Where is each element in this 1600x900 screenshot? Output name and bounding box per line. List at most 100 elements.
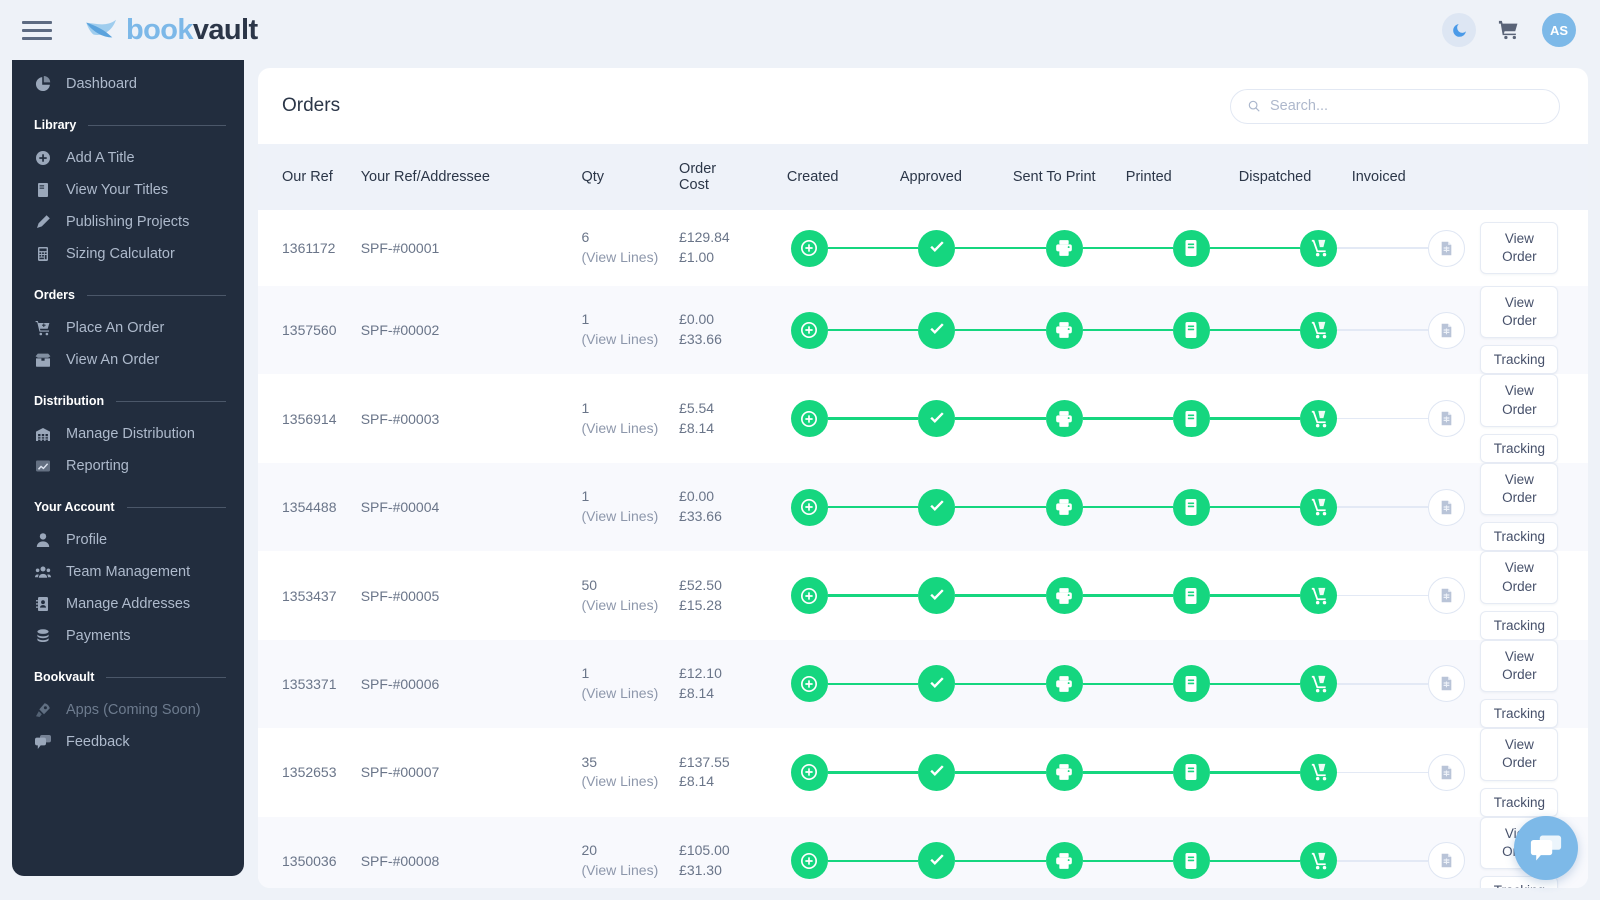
- stage-dispatched-icon[interactable]: [1300, 489, 1337, 526]
- view-lines-link[interactable]: (View Lines): [581, 248, 679, 268]
- stage-printed-icon[interactable]: [1173, 754, 1210, 791]
- stage-printed-icon[interactable]: [1173, 230, 1210, 267]
- sidebar-item-apps-coming-soon[interactable]: Apps (Coming Soon): [12, 694, 244, 726]
- sidebar-item-feedback[interactable]: Feedback: [12, 726, 244, 758]
- view-lines-link[interactable]: (View Lines): [581, 419, 679, 439]
- stage-approved-icon[interactable]: [918, 400, 955, 437]
- view-order-button[interactable]: ViewOrder: [1480, 728, 1558, 780]
- chat-widget-button[interactable]: [1514, 816, 1578, 880]
- stage-sent-to-print-icon[interactable]: [1046, 312, 1083, 349]
- tracking-button[interactable]: Tracking: [1480, 699, 1558, 728]
- stage-dispatched-icon[interactable]: [1300, 665, 1337, 702]
- view-lines-link[interactable]: (View Lines): [581, 772, 679, 792]
- sidebar-item-reporting[interactable]: Reporting: [12, 450, 244, 482]
- stage-dispatched-icon[interactable]: [1300, 577, 1337, 614]
- stage-invoiced-icon[interactable]: [1428, 842, 1465, 879]
- stage-approved-icon[interactable]: [918, 842, 955, 879]
- view-order-button[interactable]: ViewOrder: [1480, 640, 1558, 692]
- stage-created-icon[interactable]: [791, 577, 828, 614]
- search-box[interactable]: [1230, 89, 1560, 124]
- th-approved[interactable]: Approved: [900, 144, 1013, 210]
- stage-printed-icon[interactable]: [1173, 665, 1210, 702]
- sidebar-item-view-your-titles[interactable]: View Your Titles: [12, 174, 244, 206]
- stage-dispatched-icon[interactable]: [1300, 842, 1337, 879]
- stage-sent-to-print-icon[interactable]: [1046, 400, 1083, 437]
- stage-approved-icon[interactable]: [918, 577, 955, 614]
- avatar[interactable]: AS: [1542, 13, 1576, 47]
- th-qty[interactable]: Qty: [581, 144, 679, 210]
- th-our-ref[interactable]: Our Ref: [258, 144, 361, 210]
- sidebar-item-profile[interactable]: Profile: [12, 524, 244, 556]
- view-order-button[interactable]: ViewOrder: [1480, 463, 1558, 515]
- tracking-button[interactable]: Tracking: [1480, 788, 1558, 817]
- th-your-ref[interactable]: Your Ref/Addressee: [361, 144, 582, 210]
- view-lines-link[interactable]: (View Lines): [581, 596, 679, 616]
- stage-created-icon[interactable]: [791, 489, 828, 526]
- stage-invoiced-icon[interactable]: [1428, 230, 1465, 267]
- hamburger-icon[interactable]: [22, 15, 56, 45]
- sidebar-item-team-management[interactable]: Team Management: [12, 556, 244, 588]
- stage-invoiced-icon[interactable]: [1428, 400, 1465, 437]
- bookvault-logo[interactable]: bookvault: [84, 10, 258, 50]
- moon-icon[interactable]: [1442, 13, 1476, 47]
- stage-approved-icon[interactable]: [918, 754, 955, 791]
- stage-created-icon[interactable]: [791, 312, 828, 349]
- stage-invoiced-icon[interactable]: [1428, 577, 1465, 614]
- stage-sent-to-print-icon[interactable]: [1046, 230, 1083, 267]
- stage-printed-icon[interactable]: [1173, 489, 1210, 526]
- stage-created-icon[interactable]: [791, 665, 828, 702]
- view-lines-link[interactable]: (View Lines): [581, 684, 679, 704]
- sidebar-item-publishing-projects[interactable]: Publishing Projects: [12, 206, 244, 238]
- stage-printed-icon[interactable]: [1173, 842, 1210, 879]
- stage-printed-icon[interactable]: [1173, 577, 1210, 614]
- stage-approved-icon[interactable]: [918, 489, 955, 526]
- view-order-button[interactable]: ViewOrder: [1480, 286, 1558, 338]
- search-input[interactable]: [1270, 98, 1543, 114]
- th-printed[interactable]: Printed: [1126, 144, 1239, 210]
- stage-created-icon[interactable]: [791, 754, 828, 791]
- tracking-button[interactable]: Tracking: [1480, 345, 1558, 374]
- stage-invoiced-icon[interactable]: [1428, 312, 1465, 349]
- th-order-cost[interactable]: Order Cost: [679, 144, 787, 210]
- view-lines-link[interactable]: (View Lines): [581, 507, 679, 527]
- stage-dispatched-icon[interactable]: [1300, 230, 1337, 267]
- th-sent-to-print[interactable]: Sent To Print: [1013, 144, 1126, 210]
- stage-sent-to-print-icon[interactable]: [1046, 754, 1083, 791]
- stage-sent-to-print-icon[interactable]: [1046, 842, 1083, 879]
- stage-sent-to-print-icon[interactable]: [1046, 577, 1083, 614]
- th-dispatched[interactable]: Dispatched: [1239, 144, 1352, 210]
- tracking-button[interactable]: Tracking: [1480, 434, 1558, 463]
- stage-approved-icon[interactable]: [918, 665, 955, 702]
- shopping-cart-icon[interactable]: [1492, 13, 1526, 47]
- view-order-button[interactable]: ViewOrder: [1480, 222, 1558, 274]
- sidebar-item-view-an-order[interactable]: View An Order: [12, 344, 244, 376]
- stage-dispatched-icon[interactable]: [1300, 312, 1337, 349]
- sidebar-item-manage-distribution[interactable]: Manage Distribution: [12, 418, 244, 450]
- stage-dispatched-icon[interactable]: [1300, 400, 1337, 437]
- stage-invoiced-icon[interactable]: [1428, 754, 1465, 791]
- sidebar-item-sizing-calculator[interactable]: Sizing Calculator: [12, 238, 244, 270]
- view-lines-link[interactable]: (View Lines): [581, 330, 679, 350]
- sidebar-item-dashboard[interactable]: Dashboard: [12, 68, 244, 100]
- stage-created-icon[interactable]: [791, 230, 828, 267]
- th-invoiced[interactable]: Invoiced: [1352, 144, 1465, 210]
- sidebar-item-place-an-order[interactable]: Place An Order: [12, 312, 244, 344]
- stage-printed-icon[interactable]: [1173, 312, 1210, 349]
- stage-approved-icon[interactable]: [918, 312, 955, 349]
- tracking-button[interactable]: Tracking: [1480, 522, 1558, 551]
- tracking-button[interactable]: Tracking: [1480, 611, 1558, 640]
- sidebar-item-add-a-title[interactable]: Add A Title: [12, 142, 244, 174]
- view-order-button[interactable]: ViewOrder: [1480, 374, 1558, 426]
- stage-sent-to-print-icon[interactable]: [1046, 665, 1083, 702]
- stage-invoiced-icon[interactable]: [1428, 665, 1465, 702]
- stage-approved-icon[interactable]: [918, 230, 955, 267]
- view-order-button[interactable]: ViewOrder: [1480, 551, 1558, 603]
- sidebar-item-payments[interactable]: Payments: [12, 620, 244, 652]
- stage-dispatched-icon[interactable]: [1300, 754, 1337, 791]
- stage-created-icon[interactable]: [791, 842, 828, 879]
- th-created[interactable]: Created: [787, 144, 900, 210]
- stage-invoiced-icon[interactable]: [1428, 489, 1465, 526]
- stage-printed-icon[interactable]: [1173, 400, 1210, 437]
- stage-created-icon[interactable]: [791, 400, 828, 437]
- view-lines-link[interactable]: (View Lines): [581, 861, 679, 881]
